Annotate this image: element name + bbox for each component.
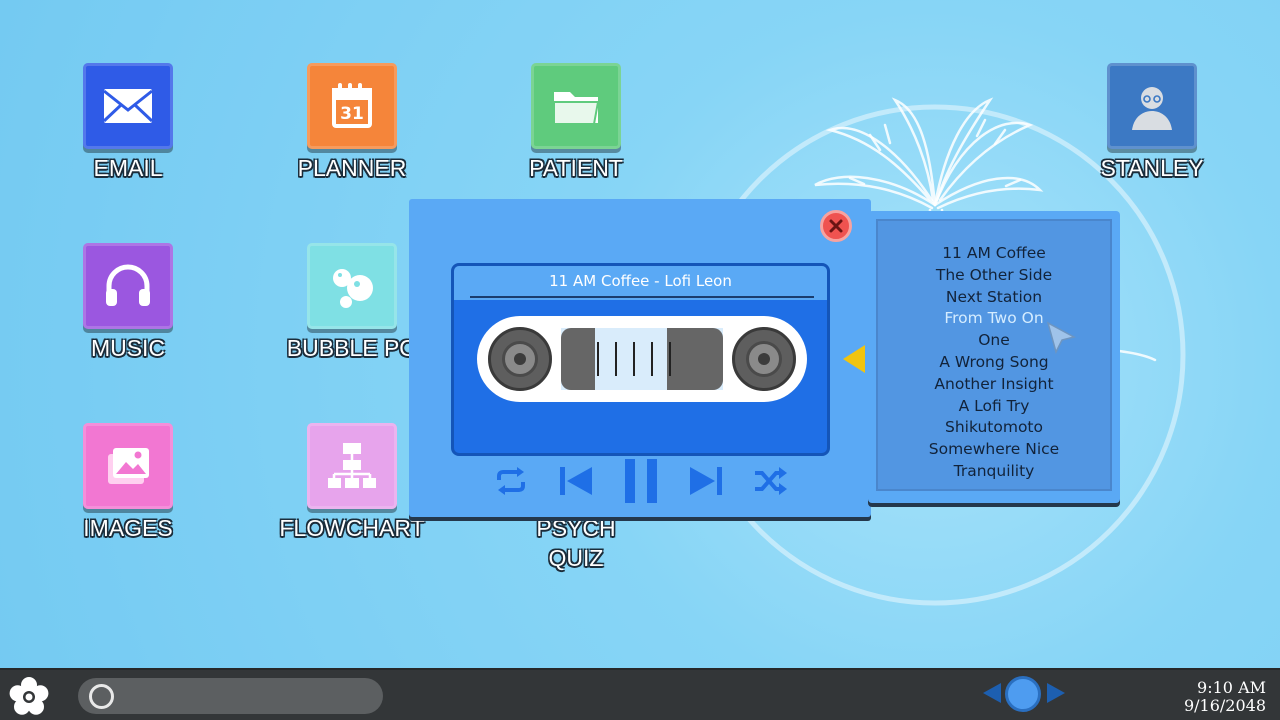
desktop-icon-label: PATIENT xyxy=(529,155,623,181)
close-icon xyxy=(829,219,843,233)
playback-controls xyxy=(491,457,791,505)
repeat-button[interactable] xyxy=(491,458,531,504)
close-button[interactable] xyxy=(820,210,852,242)
clock: 9:10 AM 9/16/2048 xyxy=(1184,679,1266,715)
flowchart-icon xyxy=(307,423,397,509)
taskbar: 9:10 AM 9/16/2048 xyxy=(0,668,1280,720)
desktop-icon-label: MUSIC xyxy=(90,335,166,361)
desktop-icon-label-line2: QUIZ xyxy=(548,545,604,571)
skip-previous-icon xyxy=(560,467,592,495)
desktop-icon-label: STANLEY xyxy=(1100,155,1204,181)
clock-date: 9/16/2048 xyxy=(1183,696,1266,715)
desktop-icon-label: PSYCH xyxy=(536,515,616,541)
playlist-item[interactable]: Tranquility xyxy=(878,461,1110,483)
shuffle-button[interactable] xyxy=(751,458,791,504)
search-bar[interactable] xyxy=(78,678,383,714)
desktop-icon-planner[interactable]: 31 PLANNER xyxy=(262,63,442,183)
desktop-icon-stanley[interactable]: STANLEY xyxy=(1062,63,1242,183)
desktop-icon-label: PLANNER xyxy=(297,155,407,181)
desktop-icon-email[interactable]: EMAIL xyxy=(38,63,218,183)
playlist-item[interactable]: 11 AM Coffee xyxy=(878,243,1110,265)
next-button[interactable] xyxy=(686,458,726,504)
desktop-icon-label: EMAIL xyxy=(93,155,163,181)
search-circle-icon xyxy=(89,684,114,709)
folder-icon xyxy=(531,63,621,149)
music-player-window: 11 AM Coffee - Lofi Leon xyxy=(409,199,871,517)
user-avatar-icon xyxy=(1107,63,1197,149)
shuffle-icon xyxy=(755,467,787,495)
images-icon xyxy=(83,423,173,509)
page-prev-arrow[interactable] xyxy=(983,683,1001,703)
now-playing-label: 11 AM Coffee - Lofi Leon xyxy=(454,266,827,300)
calendar-icon: 31 xyxy=(307,63,397,149)
playlist-item[interactable]: Next Station xyxy=(878,287,1110,309)
playlist-panel: 11 AM Coffee The Other Side Next Station… xyxy=(868,211,1120,503)
bubbles-icon xyxy=(307,243,397,329)
skip-next-icon xyxy=(690,467,722,495)
cassette-display: 11 AM Coffee - Lofi Leon xyxy=(451,263,830,456)
playlist-item[interactable]: A Wrong Song xyxy=(878,352,1110,374)
flower-icon xyxy=(9,677,49,715)
desktop-icon-label: FLOWCHART xyxy=(279,515,425,541)
headphones-icon xyxy=(83,243,173,329)
tape-window xyxy=(561,328,723,390)
start-button[interactable] xyxy=(8,676,50,718)
playlist-item[interactable]: One xyxy=(878,330,1110,352)
left-reel xyxy=(488,327,552,391)
repeat-icon xyxy=(497,467,525,495)
playlist-item[interactable]: Somewhere Nice xyxy=(878,439,1110,461)
desktop-icon-music[interactable]: MUSIC xyxy=(38,243,218,363)
envelope-icon xyxy=(83,63,173,149)
cassette-tape xyxy=(477,316,807,402)
clock-time: 9:10 AM xyxy=(1197,678,1266,697)
page-next-arrow[interactable] xyxy=(1047,683,1065,703)
right-reel xyxy=(732,327,796,391)
cassette-divider xyxy=(470,296,814,298)
playlist-item[interactable]: Shikutomoto xyxy=(878,417,1110,439)
desktop-icon-images[interactable]: IMAGES xyxy=(38,423,218,543)
calendar-day: 31 xyxy=(340,104,364,124)
page-indicator-dot[interactable] xyxy=(1005,676,1041,712)
playlist-list: 11 AM Coffee The Other Side Next Station… xyxy=(876,219,1112,491)
pause-icon xyxy=(625,459,657,503)
playlist-toggle-arrow[interactable] xyxy=(843,345,865,373)
playlist-item[interactable]: A Lofi Try xyxy=(878,396,1110,418)
playlist-item[interactable]: The Other Side xyxy=(878,265,1110,287)
desktop-icon-label: IMAGES xyxy=(83,515,173,541)
playlist-item[interactable]: Another Insight xyxy=(878,374,1110,396)
playlist-item-highlighted[interactable]: From Two On xyxy=(878,308,1110,330)
previous-button[interactable] xyxy=(556,458,596,504)
desktop-icon-psych-quiz[interactable]: PSYCH QUIZ xyxy=(486,513,666,573)
desktop-icon-patient[interactable]: PATIENT xyxy=(486,63,666,183)
pause-button[interactable] xyxy=(621,458,661,504)
